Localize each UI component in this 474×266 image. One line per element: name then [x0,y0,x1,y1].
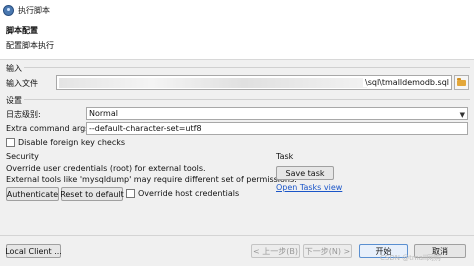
footer-divider [0,235,474,236]
security-line-2: External tools like 'mysqldump' may requ… [6,175,297,184]
security-group-label: Security [6,152,39,161]
input-file-value: \sql\tmalldemodb.sql [363,78,449,87]
authenticate-button[interactable]: Authenticate [6,187,59,201]
task-group-label: Task [276,152,294,161]
settings-group-label: 设置 [6,96,22,105]
disable-fk-label: Disable foreign key checks [18,138,126,147]
reset-default-button[interactable]: Reset to default [60,187,124,201]
page-subtitle: 配置脚本执行 [6,41,54,50]
input-file-label: 输入文件 [6,79,38,88]
override-host-checkbox-row[interactable]: Override host credentials [126,189,239,198]
blurred-path [59,78,367,88]
browse-button[interactable] [454,75,469,90]
chevron-down-icon: ▼ [459,111,465,119]
log-level-select[interactable]: Normal ▼ [86,107,468,120]
open-tasks-link[interactable]: Open Tasks view [276,183,342,192]
back-button[interactable]: < 上一步(B) [251,244,300,258]
folder-icon [457,78,466,86]
next-button[interactable]: 下一步(N) > [303,244,352,258]
dialog-header: 脚本配置 配置脚本执行 [0,20,474,60]
extra-args-value: --default-character-set=utf8 [89,124,202,133]
app-icon [3,4,14,16]
disable-fk-checkbox[interactable] [6,138,15,147]
local-client-button[interactable]: Local Client ... [5,244,62,258]
input-group-divider [24,67,470,68]
override-host-checkbox[interactable] [126,189,135,198]
extra-args-label: Extra command args: [6,124,93,133]
save-task-button[interactable]: Save task [276,166,334,180]
security-line-1: Override user credentials (root) for ext… [6,164,206,173]
watermark: CSDN @tmall网购 [380,254,441,262]
title-bar: 执行脚本 [0,0,474,20]
extra-args-input[interactable]: --default-character-set=utf8 [86,122,468,135]
settings-group-divider [24,99,470,100]
window-title: 执行脚本 [18,5,50,15]
page-title: 脚本配置 [6,26,38,35]
override-host-label: Override host credentials [138,189,240,198]
disable-fk-checkbox-row[interactable]: Disable foreign key checks [6,138,125,147]
log-level-value: Normal [89,109,118,118]
input-group-label: 输入 [6,64,22,73]
input-file-field[interactable]: \sql\tmalldemodb.sql [56,75,452,90]
log-level-label: 日志级别: [6,110,41,119]
